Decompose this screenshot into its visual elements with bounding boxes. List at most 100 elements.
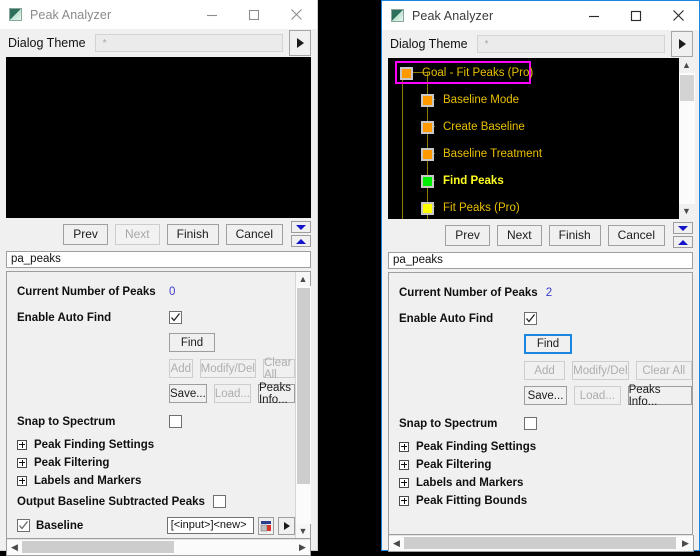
snap-to-spectrum-checkbox[interactable] [524,417,537,430]
scroll-down-icon[interactable]: ▼ [296,524,311,538]
group-peak-finding-settings[interactable]: Peak Finding Settings [399,438,692,455]
prev-button[interactable]: Prev [445,225,490,246]
settings-hscroll-wrap: ◀ ▶ [6,539,311,556]
load-button: Load... [574,386,621,405]
dialog-theme-row: Dialog Theme * [0,29,317,57]
cancel-button[interactable]: Cancel [226,224,283,245]
dialog-theme-menu-button[interactable] [671,31,693,57]
branch-name-field[interactable]: pa_peaks [6,251,311,268]
peaks-info-button[interactable]: Peaks Info... [628,386,692,405]
hscroll-track[interactable] [22,540,295,555]
next-button[interactable]: Next [497,225,542,246]
scroll-thumb[interactable] [297,288,310,484]
minimize-icon[interactable] [573,1,615,30]
nav-down-button[interactable] [673,222,693,234]
tree-connector-trunk [402,78,403,219]
tree-node-baseline-mode[interactable]: Baseline Mode [421,91,519,109]
peak-action-buttons: Add Modify/Del Clear All [524,361,692,380]
find-button[interactable]: Find [169,333,215,352]
enable-auto-find-checkbox[interactable] [169,311,182,324]
tree-node-goal[interactable]: Goal - Fit Peaks (Pro) [400,64,533,82]
nav-down-button[interactable] [291,221,311,233]
group-labels-and-markers[interactable]: Labels and Markers [17,472,295,489]
tree-node-label: Fit Peaks (Pro) [443,202,520,214]
scroll-left-icon[interactable]: ◀ [7,540,22,555]
tree-node-find-peaks[interactable]: Find Peaks [421,172,504,190]
scroll-left-icon[interactable]: ◀ [389,536,404,551]
group-label: Peak Filtering [34,457,109,469]
cancel-button[interactable]: Cancel [608,225,665,246]
dialog-theme-input[interactable]: * [95,34,283,52]
tree-node-chip [400,67,413,80]
settings-horizontal-scrollbar[interactable]: ◀ ▶ [7,539,310,555]
hscroll-track[interactable] [404,536,678,551]
tree-node-create-baseline[interactable]: Create Baseline [421,118,525,136]
group-label: Peak Finding Settings [34,439,154,451]
row-enable-auto-find: Enable Auto Find [17,308,295,327]
finish-button[interactable]: Finish [549,225,601,246]
tree-node-fit-peaks-pro[interactable]: Fit Peaks (Pro) [421,199,520,217]
minimize-icon[interactable] [191,0,233,29]
group-peak-finding-settings[interactable]: Peak Finding Settings [17,436,295,453]
expand-plus-icon [399,460,409,470]
enable-auto-find-checkbox[interactable] [524,312,537,325]
wizard-button-row-right: Prev Next Finish Cancel [382,219,699,251]
group-peak-filtering[interactable]: Peak Filtering [399,456,692,473]
group-peak-filtering[interactable]: Peak Filtering [17,454,295,471]
hscroll-thumb[interactable] [22,541,174,553]
nav-up-button[interactable] [291,235,311,247]
snap-to-spectrum-checkbox[interactable] [169,415,182,428]
dialog-theme-label: Dialog Theme [8,36,86,50]
wizard-nav-arrows [291,221,311,247]
tree-scroll-track[interactable] [679,73,695,204]
dialog-theme-row: Dialog Theme * [382,30,699,58]
triangle-up-icon [678,240,688,245]
wizard-tree-canvas: Goal - Fit Peaks (Pro) Baseline Mode Cre… [388,58,678,219]
settings-vertical-scrollbar[interactable]: ▲ ▼ [295,272,310,538]
enable-auto-find-label: Enable Auto Find [17,312,169,324]
wizard-button-row-left: Prev Next Finish Cancel [0,218,317,250]
dialog-theme-menu-button[interactable] [289,30,311,56]
group-labels-and-markers[interactable]: Labels and Markers [399,474,692,491]
wizard-nav-arrows [673,222,693,248]
branch-name-field[interactable]: pa_peaks [388,252,693,269]
group-label: Peak Fitting Bounds [416,495,527,507]
close-icon[interactable] [275,0,317,29]
group-peak-fitting-bounds[interactable]: Peak Fitting Bounds [399,492,692,509]
save-button[interactable]: Save... [169,384,207,403]
scroll-up-icon[interactable]: ▲ [296,272,311,286]
finish-button[interactable]: Finish [167,224,219,245]
peaks-info-button[interactable]: Peaks Info... [258,384,295,403]
save-button[interactable]: Save... [524,386,567,405]
maximize-icon[interactable] [233,0,275,29]
baseline-output-browse-icon[interactable] [258,517,275,535]
scroll-right-icon[interactable]: ▶ [295,540,310,555]
close-icon[interactable] [657,1,699,30]
tree-scroll-thumb[interactable] [680,75,694,101]
scroll-right-icon[interactable]: ▶ [678,536,693,551]
peak-file-buttons: Save... Load... Peaks Info... [169,384,295,403]
dialog-theme-input[interactable]: * [477,35,665,53]
output-baseline-subtracted-label: Output Baseline Subtracted Peaks [17,496,205,508]
prev-button[interactable]: Prev [63,224,108,245]
expand-plus-icon [17,476,27,486]
baseline-output-input[interactable]: [<input>]<new> [167,517,254,534]
hscroll-thumb[interactable] [404,537,676,549]
expand-plus-icon [399,442,409,452]
settings-panel-right: Current Number of Peaks 2 Enable Auto Fi… [388,272,693,535]
settings-horizontal-scrollbar[interactable]: ◀ ▶ [389,535,693,551]
nav-up-button[interactable] [673,236,693,248]
maximize-icon[interactable] [615,1,657,30]
baseline-output-checkbox[interactable] [17,519,30,532]
tree-scroll-down-icon[interactable]: ▼ [679,204,695,219]
baseline-output-menu-button[interactable] [278,517,295,535]
baseline-output-label: Baseline [36,520,167,532]
scroll-track[interactable] [296,286,311,524]
output-baseline-subtracted-checkbox[interactable] [213,495,226,508]
tree-node-baseline-treatment[interactable]: Baseline Treatment [421,145,542,163]
tree-vertical-scrollbar[interactable]: ▲ ▼ [678,58,694,219]
triangle-down-icon [296,225,306,230]
tree-scroll-up-icon[interactable]: ▲ [679,58,695,73]
dialog-theme-label: Dialog Theme [390,37,468,51]
find-button[interactable]: Find [524,334,572,354]
